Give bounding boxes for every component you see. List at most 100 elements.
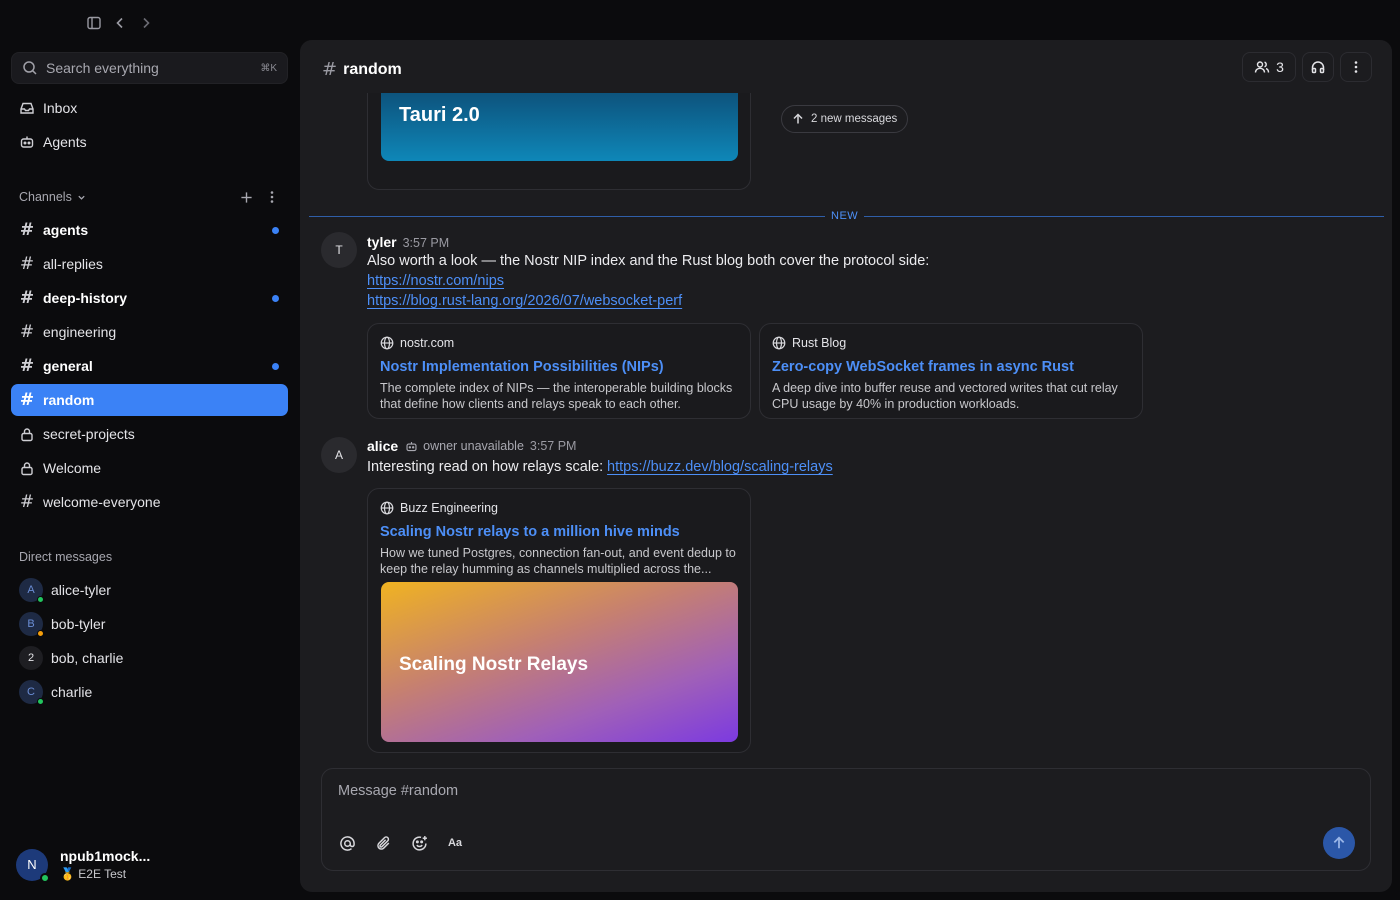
preview-description: The complete index of NIPs — the interop… xyxy=(380,381,733,411)
message-meta: tyler 3:57 PM xyxy=(367,234,449,250)
group-count-avatar: 2 xyxy=(19,646,43,670)
message-author[interactable]: alice xyxy=(367,438,398,454)
channel-welcome[interactable]: Welcome xyxy=(11,452,288,484)
search-input[interactable] xyxy=(46,60,261,76)
message-link[interactable]: https://nostr.com/nips xyxy=(367,273,504,289)
new-messages-pill[interactable]: 2 new messages xyxy=(781,105,909,133)
message-avatar[interactable]: T xyxy=(321,232,357,268)
channels-actions xyxy=(238,189,280,205)
message-avatar[interactable]: A xyxy=(321,437,357,473)
dm-alice-tyler[interactable]: A alice-tyler xyxy=(11,574,288,606)
hash-icon: # xyxy=(322,59,338,80)
hash-icon: # xyxy=(19,492,35,512)
preview-title[interactable]: Scaling Nostr relays to a million hive m… xyxy=(380,524,738,540)
channel-title-label: random xyxy=(343,60,402,78)
hash-icon: # xyxy=(19,322,35,342)
sidebar-toggle-icon[interactable] xyxy=(84,13,104,33)
channel-label: engineering xyxy=(43,324,117,340)
hash-icon: # xyxy=(19,220,35,240)
message-time: 3:57 PM xyxy=(529,439,577,453)
message-input[interactable] xyxy=(338,783,1238,807)
channel-label: agents xyxy=(43,222,89,238)
hash-icon: # xyxy=(19,390,35,410)
channel-engineering[interactable]: # engineering xyxy=(11,316,288,348)
link-preview-card[interactable]: nostr.com Nostr Implementation Possibili… xyxy=(367,323,751,419)
user-name: npub1mock... xyxy=(60,848,151,864)
channel-label: secret-projects xyxy=(43,426,135,442)
member-count: 3 xyxy=(1276,59,1284,75)
message-text: Interesting read on how relays scale: xyxy=(367,459,604,475)
preview-title[interactable]: Nostr Implementation Possibilities (NIPs… xyxy=(380,359,738,375)
message-time: 3:57 PM xyxy=(402,236,450,250)
preview-source: Buzz Engineering xyxy=(380,501,738,515)
preview-source: nostr.com xyxy=(380,336,738,350)
nav-agents-label: Agents xyxy=(43,134,87,150)
channel-deep-history[interactable]: # deep-history xyxy=(11,282,288,314)
dm-charlie[interactable]: C charlie xyxy=(11,676,288,708)
presence-away xyxy=(37,630,44,637)
channel-general[interactable]: # general xyxy=(11,350,288,382)
channels-section-header[interactable]: Channels xyxy=(19,190,86,204)
preview-description: How we tuned Postgres, connection fan-ou… xyxy=(380,546,736,576)
users-icon xyxy=(1254,59,1270,75)
search-icon xyxy=(22,60,38,76)
dm-label: charlie xyxy=(51,684,93,700)
channel-label: Welcome xyxy=(43,460,102,476)
unread-dot xyxy=(272,227,279,234)
presence-online xyxy=(37,596,44,603)
channel-menu-button[interactable] xyxy=(1340,52,1372,82)
avatar: C xyxy=(19,680,44,705)
lock-icon xyxy=(19,427,35,442)
forward-icon[interactable] xyxy=(136,13,156,33)
search-shortcut: ⌘K xyxy=(260,62,277,74)
user-avatar: N xyxy=(16,848,50,883)
message-link[interactable]: https://buzz.dev/blog/scaling-relays xyxy=(607,459,833,475)
nav-agents[interactable]: Agents xyxy=(11,126,288,158)
link-preview-card[interactable]: Buzz Engineering Scaling Nostr relays to… xyxy=(367,488,751,753)
user-status: 🥇 E2E Test xyxy=(60,867,127,881)
emoji-icon[interactable] xyxy=(409,833,429,853)
back-icon[interactable] xyxy=(110,13,130,33)
members-button[interactable]: 3 xyxy=(1242,52,1296,82)
add-channel-icon[interactable] xyxy=(238,189,254,205)
nav-inbox[interactable]: Inbox xyxy=(11,92,288,124)
channel-random[interactable]: # random xyxy=(11,384,288,416)
preview-title[interactable]: Zero-copy WebSocket frames in async Rust xyxy=(772,359,1130,375)
sidebar: ⌘K Inbox Agents Channels # agents # all-… xyxy=(0,0,300,900)
channel-label: all-replies xyxy=(43,256,103,272)
bot-icon xyxy=(19,134,35,150)
huddle-button[interactable] xyxy=(1302,52,1334,82)
message-composer: Aa xyxy=(321,768,1371,871)
hash-icon: # xyxy=(19,254,35,274)
message-author[interactable]: tyler xyxy=(367,234,397,250)
message-link[interactable]: https://blog.rust-lang.org/2026/07/webso… xyxy=(367,293,682,309)
channel-secret-projects[interactable]: secret-projects xyxy=(11,418,288,450)
channel-agents[interactable]: # agents xyxy=(11,214,288,246)
attach-icon[interactable] xyxy=(373,833,393,853)
link-preview-card[interactable]: Rust Blog Zero-copy WebSocket frames in … xyxy=(759,323,1143,419)
globe-icon xyxy=(380,336,394,350)
unread-dot xyxy=(272,363,279,370)
unread-dot xyxy=(272,295,279,302)
nav-inbox-label: Inbox xyxy=(43,100,78,116)
preview-source: Rust Blog xyxy=(772,336,1130,350)
channel-all-replies[interactable]: # all-replies xyxy=(11,248,288,280)
current-user[interactable]: N npub1mock... 🥇 E2E Test xyxy=(16,848,151,883)
preview-description: A deep dive into buffer reuse and vector… xyxy=(772,381,1118,411)
search-box[interactable]: ⌘K xyxy=(11,52,288,84)
dm-bob-tyler[interactable]: B bob-tyler xyxy=(11,608,288,640)
dm-bob-charlie[interactable]: 2 bob, charlie xyxy=(11,642,288,674)
preview-image: Scaling Nostr Relays xyxy=(381,582,738,742)
mention-icon[interactable] xyxy=(337,833,357,853)
channel-header: # random 3 xyxy=(300,40,1392,93)
channel-label: general xyxy=(43,358,93,374)
more-vertical-icon[interactable] xyxy=(264,189,280,205)
send-button[interactable] xyxy=(1323,827,1355,859)
dm-section-header[interactable]: Direct messages xyxy=(19,550,112,564)
presence-online xyxy=(37,698,44,705)
preview-image-title: Tauri 2.0 xyxy=(399,104,480,126)
message-body: Interesting read on how relays scale: ht… xyxy=(367,458,833,475)
channel-welcome-everyone[interactable]: # welcome-everyone xyxy=(11,486,288,518)
format-text-icon[interactable]: Aa xyxy=(444,833,466,853)
hash-icon: # xyxy=(19,356,35,376)
